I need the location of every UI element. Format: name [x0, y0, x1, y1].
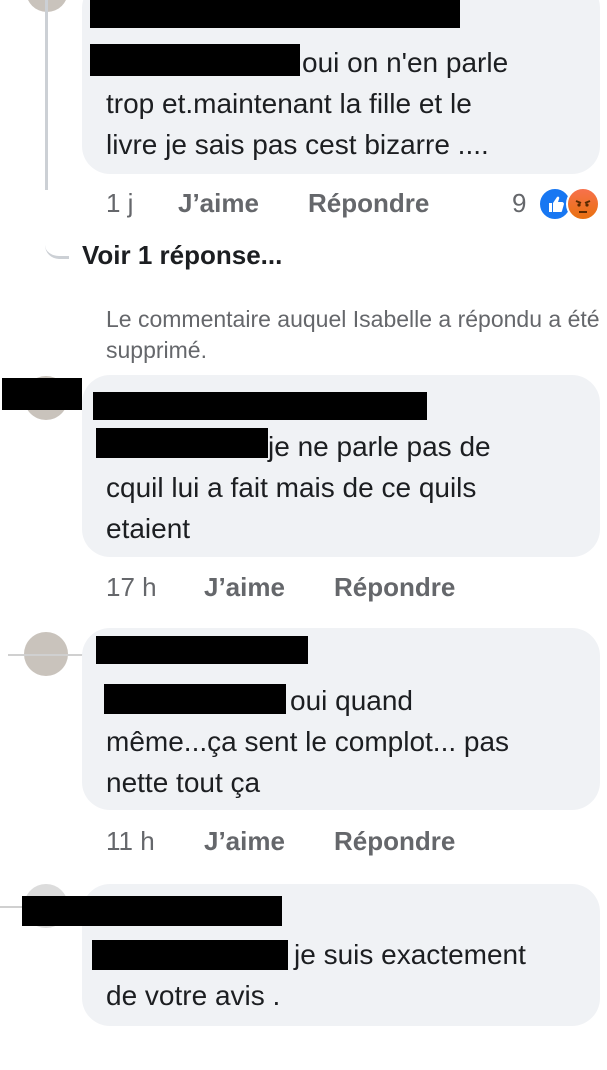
reply-button[interactable]: Répondre	[334, 826, 455, 857]
reaction-count: 9	[512, 188, 527, 218]
reply-button[interactable]: Répondre	[334, 572, 455, 603]
reply-connector	[45, 230, 69, 259]
comment-actions: 11 h J’aime Répondre	[106, 826, 526, 860]
redacted-author-name	[90, 0, 460, 28]
like-button[interactable]: J’aime	[204, 826, 285, 857]
see-replies-link[interactable]: Voir 1 réponse...	[82, 240, 282, 271]
comment-actions: 17 h J’aime Répondre	[106, 572, 526, 606]
comment-text: oui quand même...ça sent le complot... p…	[106, 685, 510, 798]
redacted-author-name	[96, 636, 308, 664]
redacted-author-name	[22, 896, 282, 926]
comment-text: je suis exactement de votre avis .	[106, 939, 526, 1011]
redacted-avatar	[2, 378, 82, 410]
divider	[8, 654, 88, 656]
thread-line	[45, 0, 48, 190]
redacted-author-name	[93, 392, 427, 420]
like-button[interactable]: J’aime	[178, 188, 259, 219]
comment-text: je ne parle pas de cquil lui a fait mais…	[106, 431, 491, 544]
divider	[0, 906, 22, 908]
like-button[interactable]: J’aime	[204, 572, 285, 603]
deleted-comment-notice: Le commentaire auquel Isabelle a répondu…	[106, 306, 600, 363]
comment-text: oui on n'en parle trop et.maintenant la …	[106, 47, 509, 160]
comment-time[interactable]: 1 j	[106, 188, 133, 219]
angry-icon	[566, 187, 600, 221]
reply-button[interactable]: Répondre	[308, 188, 429, 219]
comment-actions	[106, 1036, 526, 1070]
comment-time[interactable]: 11 h	[106, 826, 155, 857]
comment-actions: 1 j J’aime Répondre	[106, 188, 606, 222]
comment-time[interactable]: 17 h	[106, 572, 157, 603]
